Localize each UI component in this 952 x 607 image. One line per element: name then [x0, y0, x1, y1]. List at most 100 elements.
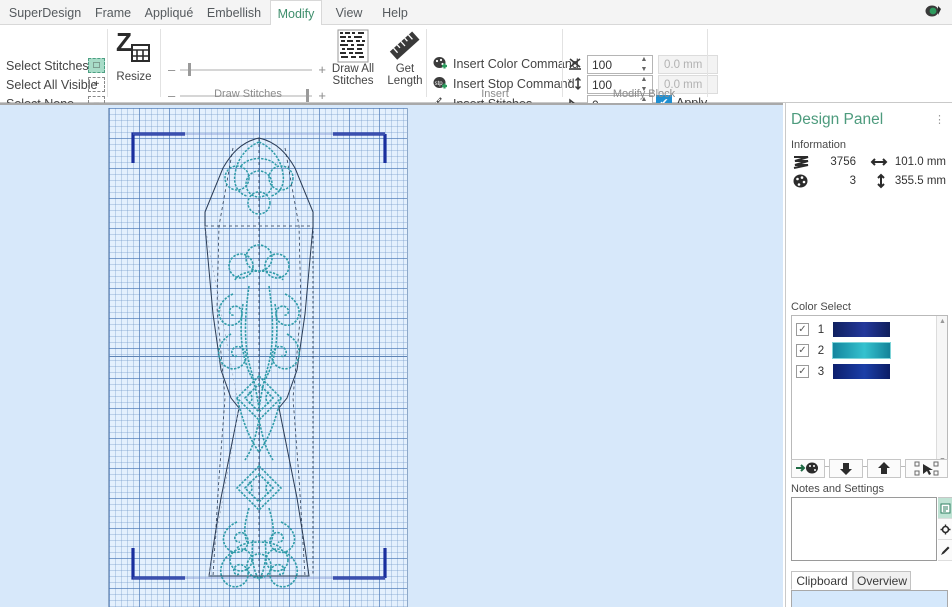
color-row[interactable]: ✓ 2	[796, 342, 891, 359]
arrow-palette-icon	[796, 462, 818, 474]
stitch-count-value: 3756	[830, 156, 856, 168]
tab-help[interactable]: Help	[374, 0, 416, 25]
embroidery-design-canvas[interactable]	[108, 108, 408, 607]
panel-menu-dots-icon[interactable]: ⋮	[934, 113, 946, 126]
get-length-button[interactable]: Get Length	[380, 29, 430, 97]
design-panel-title: Design Panel	[791, 111, 884, 128]
tab-label: SuperDesign	[8, 5, 82, 20]
design-panel: Design Panel ⋮ Information 3756 101.0 mm…	[785, 103, 952, 607]
tab-view[interactable]: View	[328, 0, 370, 25]
scale-width-spinner[interactable]: ▲▼	[587, 55, 653, 74]
multiple-select-button[interactable]	[905, 459, 948, 478]
add-color-button[interactable]	[791, 459, 825, 478]
icon-glyph: +	[93, 78, 100, 90]
draw-speed-slider[interactable]: – +	[168, 63, 326, 77]
svg-text:Z: Z	[116, 29, 132, 57]
color-visible-checkbox[interactable]: ✓	[796, 344, 809, 357]
color-index: 1	[817, 323, 825, 336]
height-arrow-icon	[877, 173, 885, 189]
tab-label: Overview	[857, 573, 908, 588]
notes-textarea[interactable]	[791, 497, 937, 561]
slider-thumb[interactable]	[188, 63, 191, 76]
select-all-visible-row[interactable]: Select All Visible +	[6, 75, 105, 94]
color-index: 2	[817, 344, 825, 357]
scale-width-row: ▲▼ 0.0 mm	[568, 55, 720, 74]
move-up-button[interactable]	[867, 459, 901, 478]
pencil-icon	[940, 546, 949, 555]
tab-overview[interactable]: Overview	[853, 571, 911, 590]
width-arrow-icon	[870, 158, 888, 166]
tab-embellish[interactable]: Embellish	[202, 0, 266, 25]
clipboard-pane[interactable]	[791, 590, 948, 607]
draw-all-stitches-icon	[337, 29, 369, 63]
color-list-scrollbar[interactable]: ▲ ▼	[936, 316, 947, 466]
tab-label: Frame	[94, 5, 132, 20]
color-swatch[interactable]	[833, 364, 890, 379]
draw-all-line1: Draw All	[331, 63, 375, 75]
notes-and-settings-label: Notes and Settings	[791, 483, 884, 495]
slider-track[interactable]	[180, 69, 312, 71]
color-select-label: Color Select	[791, 301, 851, 313]
color-select-list[interactable]: ✓ 1 ✓ 2 ✓ 3 ▲ ▼	[791, 315, 948, 467]
checkmark-glyph: ✓	[798, 344, 807, 356]
select-stitches-row[interactable]: Select Stitches □	[6, 56, 105, 75]
color-row[interactable]: ✓ 3	[796, 363, 890, 380]
resize-button[interactable]: Z Resize	[112, 29, 156, 95]
get-length-line1: Get	[395, 63, 415, 75]
slider-minus-label[interactable]: –	[168, 63, 175, 76]
checkmark-glyph: ✓	[798, 365, 807, 377]
select-stitches-label: Select Stitches	[6, 58, 89, 73]
select-all-visible-label: Select All Visible	[6, 77, 98, 92]
draw-all-stitches-button[interactable]: Draw All Stitches	[328, 29, 378, 97]
tab-label: View	[335, 5, 363, 20]
notes-side-toolbar	[938, 497, 952, 561]
scale-width-input[interactable]	[588, 56, 634, 73]
svg-text:stp: stp	[435, 81, 444, 87]
select-all-visible-icon[interactable]: +	[88, 77, 105, 92]
select-stitches-icon[interactable]: □	[88, 58, 105, 73]
checkmark-glyph: ✓	[798, 323, 807, 335]
tab-label: Modify	[277, 6, 315, 21]
insert-color-command-row[interactable]: Insert Color Command	[432, 54, 579, 73]
color-visible-checkbox[interactable]: ✓	[796, 323, 809, 336]
get-length-line2: Length	[387, 75, 423, 87]
design-height-value: 355.5 mm	[894, 175, 946, 187]
color-visible-checkbox[interactable]: ✓	[796, 365, 809, 378]
insert-color-command-icon	[433, 57, 447, 69]
draw-all-line2: Stitches	[332, 75, 374, 87]
move-down-button[interactable]	[829, 459, 863, 478]
resize-label: Resize	[116, 71, 152, 83]
color-swatch[interactable]	[833, 322, 890, 337]
tab-frame[interactable]: Frame	[88, 0, 138, 25]
color-row[interactable]: ✓ 1	[796, 321, 890, 338]
multi-select-icon	[914, 461, 938, 476]
tab-modify[interactable]: Modify	[270, 0, 322, 26]
settings-tab-button[interactable]	[938, 519, 952, 540]
tab-superdesign[interactable]: SuperDesign	[6, 0, 84, 25]
spinner-arrows[interactable]: ▲▼	[638, 56, 650, 73]
tab-applique[interactable]: Appliqué	[140, 0, 198, 25]
notes-tab-button[interactable]	[938, 498, 952, 519]
color-index: 3	[817, 365, 825, 378]
scale-width-icon	[569, 58, 581, 70]
draw-stitches-group-label: Draw Stitches	[214, 88, 282, 100]
stitch-count-icon	[793, 156, 809, 169]
scale-width-mm: 0.0 mm	[658, 55, 718, 74]
tab-label: Embellish	[206, 5, 262, 20]
ruler-icon	[389, 31, 420, 60]
notes-icon	[940, 503, 950, 513]
ribbon-body: Select Stitches □ Select All Visible + S…	[0, 25, 952, 124]
tab-label: Appliqué	[144, 5, 194, 20]
tab-label: Clipboard	[796, 573, 848, 588]
tab-clipboard[interactable]: Clipboard	[791, 571, 853, 590]
svg-text:x: x	[568, 78, 572, 85]
arrow-up-icon	[878, 462, 890, 474]
scroll-up-icon[interactable]: ▲	[937, 316, 947, 327]
help-paint-icon[interactable]	[924, 4, 942, 20]
information-label: Information	[791, 139, 847, 151]
resize-icon: Z	[116, 29, 150, 62]
workspace[interactable]	[0, 103, 783, 607]
edit-notes-button[interactable]	[938, 540, 952, 561]
slider-plus-label[interactable]: +	[318, 63, 326, 76]
color-swatch[interactable]	[832, 342, 891, 359]
